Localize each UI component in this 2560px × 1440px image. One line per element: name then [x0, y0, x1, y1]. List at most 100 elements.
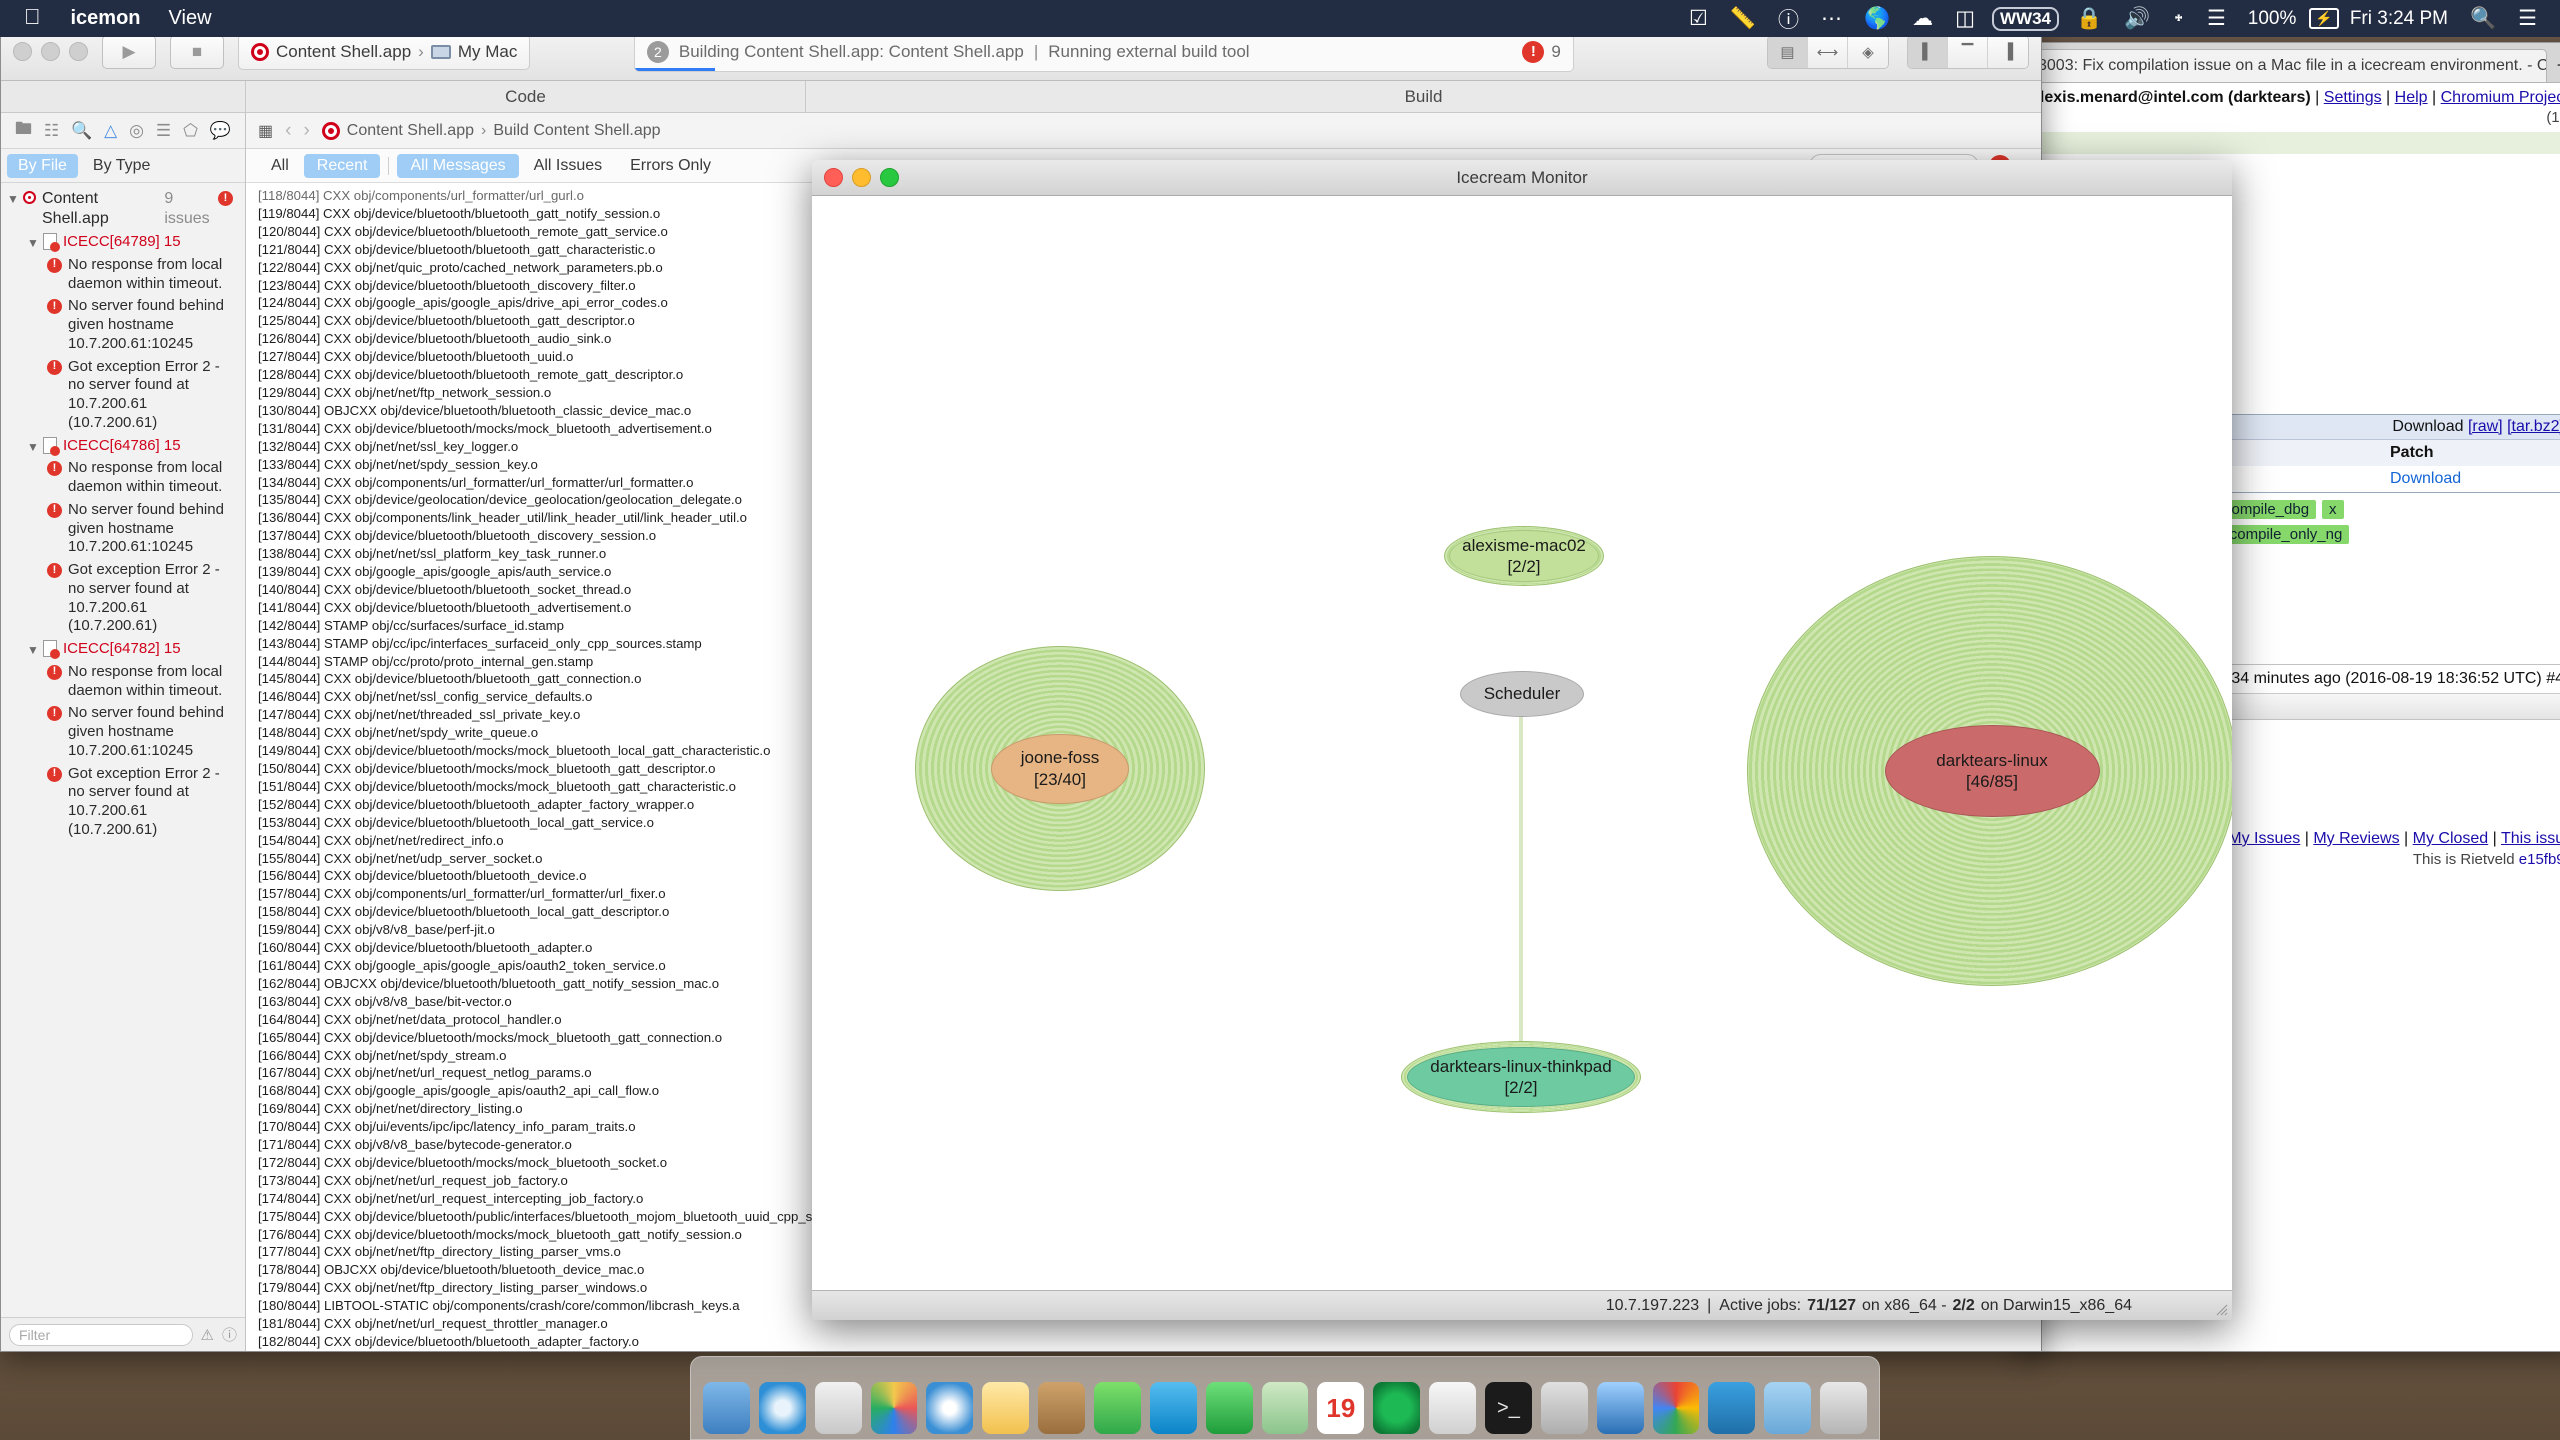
report-icon[interactable]: ☰ — [156, 121, 171, 141]
chromium-project-link[interactable]: Chromium Project — [2441, 89, 2560, 106]
volume-device-icon[interactable]: ◫ — [1944, 6, 1986, 31]
message-anchor-link[interactable]: #4 — [2546, 670, 2560, 687]
week-indicator[interactable]: WW34 — [1992, 7, 2059, 31]
folder-icon[interactable]: 🖿 — [15, 116, 32, 145]
disclosure-triangle-icon[interactable]: ▼ — [7, 189, 23, 207]
hierarchy-icon[interactable]: ☷ — [44, 121, 59, 141]
assistant-editor-button[interactable]: ⟷ — [1808, 36, 1848, 68]
whatsapp-icon[interactable] — [1206, 1382, 1253, 1434]
tag-icon[interactable]: ⬠ — [183, 121, 198, 141]
download-targz-link[interactable]: [tar.bz2] — [2507, 418, 2560, 435]
patch-download-link[interactable]: Download — [2390, 470, 2461, 487]
sound-icon[interactable]: 🔊 — [2113, 7, 2161, 31]
issue-tree[interactable]: ▼ Content Shell.app 9 issues ! ▼ ICECC[6… — [1, 183, 245, 1317]
resize-grip-icon[interactable] — [2213, 1301, 2229, 1317]
calendar-icon[interactable]: 19 — [1317, 1382, 1364, 1434]
navigator-selector-bar[interactable]: 🖿 ☷ 🔍 △ ◎ ☰ ⬠ 💬 — [1, 113, 245, 149]
mail-icon[interactable] — [815, 1382, 862, 1434]
issue-row[interactable]: ! No server found behind given hostname … — [1, 499, 245, 559]
forward-button[interactable]: › — [303, 120, 309, 142]
breadcrumb[interactable]: Content Shell.app › Build Content Shell.… — [322, 122, 661, 140]
icecream-titlebar[interactable]: Icecream Monitor — [812, 160, 2232, 196]
issue-row[interactable]: ! No response from local daemon within t… — [1, 457, 245, 499]
dash-icon[interactable]: ⋯ — [1810, 6, 1853, 31]
patch-download-cell[interactable]: Download — [2382, 466, 2560, 492]
warning-filter-icon[interactable]: ⓘ — [222, 1324, 237, 1345]
icecream-monitor-window[interactable]: Icecream Monitor alexisme-mac02 [2/2] jo… — [812, 160, 2232, 1320]
search-icon[interactable]: 🔍 — [71, 121, 92, 141]
node-alexisme-mac02[interactable]: alexisme-mac02 [2/2] — [1444, 526, 1604, 586]
mac-menu-bar[interactable]:  icemon View ☑ 📏 ⓘ ⋯ 🌎 ☁ ◫ WW34 🔒 🔊 ᛭ ☰… — [0, 0, 2560, 37]
stop-button[interactable]: ■ — [170, 35, 224, 69]
finder-icon[interactable] — [703, 1382, 750, 1434]
navigator-scope-bar[interactable]: By File By Type — [1, 149, 245, 183]
warning-icon[interactable]: △ — [104, 121, 117, 141]
globe-icon[interactable]: 🌎 — [1853, 7, 1901, 31]
photos-icon[interactable] — [871, 1382, 918, 1434]
close-button[interactable] — [13, 42, 32, 61]
compass-icon[interactable] — [926, 1382, 973, 1434]
icecream-graph-canvas[interactable]: alexisme-mac02 [2/2] joone-foss [23/40] … — [812, 196, 2232, 1290]
minimize-button[interactable] — [41, 42, 60, 61]
settings-link[interactable]: Settings — [2324, 89, 2382, 106]
new-tab-button[interactable]: + — [2547, 49, 2560, 82]
maps-icon[interactable] — [1262, 1382, 1309, 1434]
messages-icon[interactable] — [1094, 1382, 1141, 1434]
editor-mode-segmented[interactable]: ▤ ⟷ ◈ — [1767, 35, 1889, 69]
vscode-icon[interactable] — [1708, 1382, 1755, 1434]
disclosure-triangle-icon[interactable]: ▼ — [27, 233, 43, 251]
trash-icon[interactable] — [1820, 1382, 1867, 1434]
breakpoint-icon[interactable]: ◎ — [129, 121, 144, 141]
notes-icon[interactable] — [982, 1382, 1029, 1434]
help-link[interactable]: Help — [2395, 89, 2428, 106]
standard-editor-button[interactable]: ▤ — [1768, 36, 1808, 68]
download-raw-link[interactable]: [raw] — [2468, 418, 2503, 435]
issue-row[interactable]: ! Got exception Error 2 - no server foun… — [1, 763, 245, 842]
checkbox-icon[interactable]: ☑ — [1678, 6, 1719, 31]
spotify-icon[interactable] — [1373, 1382, 1420, 1434]
folder-icon[interactable] — [1764, 1382, 1811, 1434]
back-button[interactable]: ‹ — [285, 120, 291, 142]
issue-row[interactable]: ! No response from local daemon within t… — [1, 661, 245, 703]
menu-app-name[interactable]: icemon — [57, 7, 155, 30]
skype-icon[interactable] — [1150, 1382, 1197, 1434]
music-icon[interactable] — [1429, 1382, 1476, 1434]
issue-row[interactable]: ! No server found behind given hostname … — [1, 702, 245, 762]
battery-charging-icon[interactable]: ⚡ — [2309, 8, 2338, 29]
menu-view[interactable]: View — [155, 7, 226, 30]
jump-bar[interactable]: ▦ ‹ › Content Shell.app › Build Content … — [246, 113, 2041, 149]
debug-toggle-button[interactable]: ▔ — [1948, 36, 1988, 68]
panel-toggle-segmented[interactable]: ▌ ▔ ▐ — [1907, 35, 2029, 69]
error-filter-icon[interactable]: ⚠ — [201, 1326, 214, 1344]
navigator-filter-input[interactable]: Filter — [9, 1324, 193, 1346]
apple-logo-icon[interactable]:  — [12, 6, 57, 31]
search-icon[interactable]: 🔍 — [2459, 7, 2507, 31]
issue-row[interactable]: ! No server found behind given hostname … — [1, 295, 245, 355]
xcode-icon[interactable] — [1597, 1382, 1644, 1434]
browser-tab[interactable]: 3003: Fix compilation issue on a Mac fil… — [2029, 49, 2547, 82]
comment-icon[interactable]: 💬 — [210, 121, 231, 141]
bluetooth-icon[interactable]: ᛭ — [2161, 7, 2196, 31]
disclosure-triangle-icon[interactable]: ▼ — [27, 640, 43, 658]
this-issue-link[interactable]: This issue — [2501, 830, 2560, 847]
issue-group-row[interactable]: ▼ ICECC[64786] 15 — [1, 435, 245, 458]
issue-row[interactable]: ! No response from local daemon within t… — [1, 254, 245, 296]
my-reviews-link[interactable]: My Reviews — [2313, 830, 2399, 847]
filter-all-issues[interactable]: All Issues — [521, 154, 615, 178]
rietveld-revision-link[interactable]: e15fb99 — [2519, 851, 2560, 868]
activity-error-badge[interactable]: ! 9 — [1522, 41, 1560, 63]
notification-center-icon[interactable]: ☰ — [2507, 6, 2548, 31]
chrome-icon[interactable] — [1653, 1382, 1700, 1434]
box-icon[interactable] — [1038, 1382, 1085, 1434]
navigator-toggle-button[interactable]: ▌ — [1908, 36, 1948, 68]
dock[interactable]: 19 >_ — [690, 1356, 1880, 1440]
scope-by-type[interactable]: By Type — [82, 154, 162, 178]
issue-row[interactable]: ! Got exception Error 2 - no server foun… — [1, 559, 245, 638]
inspector-toggle-button[interactable]: ▐ — [1988, 36, 2028, 68]
lock-icon[interactable]: 🔒 — [2065, 7, 2113, 31]
node-darktears-linux-thinkpad[interactable]: darktears-linux-thinkpad [2/2] — [1401, 1041, 1641, 1113]
issue-row[interactable]: ! Got exception Error 2 - no server foun… — [1, 356, 245, 435]
wifi-icon[interactable]: ☰ — [2196, 6, 2237, 31]
menu-clock[interactable]: Fri 3:24 PM — [2339, 8, 2459, 30]
info-icon[interactable]: ⓘ — [1767, 4, 1810, 34]
